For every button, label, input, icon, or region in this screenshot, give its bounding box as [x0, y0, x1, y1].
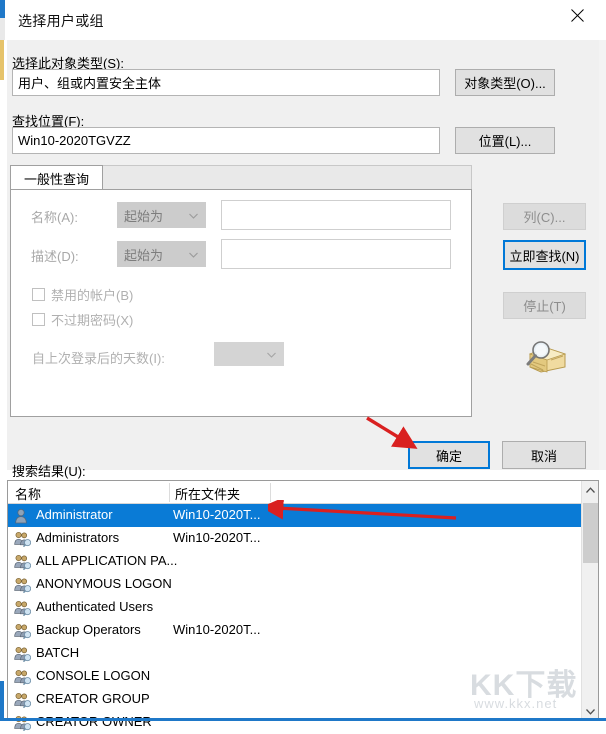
- row-name: ANONYMOUS LOGON: [36, 576, 172, 591]
- name-condition-select[interactable]: 起始为: [117, 202, 206, 228]
- group-icon: [14, 692, 32, 709]
- background-window-left-bottom-edge: [0, 681, 4, 721]
- description-condition-value: 起始为: [124, 247, 164, 263]
- columns-button[interactable]: 列(C)...: [503, 203, 586, 230]
- row-name: Administrators: [36, 530, 120, 545]
- scroll-up-icon[interactable]: [582, 481, 599, 498]
- chevron-down-icon: [189, 208, 198, 223]
- name-value-input[interactable]: [221, 200, 451, 230]
- window-title: 选择用户或组: [18, 13, 104, 29]
- group-icon: [14, 623, 32, 640]
- ok-button[interactable]: 确定: [408, 441, 490, 469]
- object-type-input[interactable]: 用户、组或内置安全主体: [12, 69, 440, 96]
- find-now-button[interactable]: 立即查找(N): [503, 240, 586, 270]
- name-label: 名称(A):: [31, 210, 78, 225]
- description-condition-select[interactable]: 起始为: [117, 241, 206, 267]
- chevron-down-icon: [267, 347, 276, 362]
- row-folder: Win10-2020T...: [173, 622, 261, 637]
- group-icon: [14, 646, 32, 663]
- table-row[interactable]: BATCH: [8, 642, 598, 665]
- table-row[interactable]: CREATOR GROUP: [8, 688, 598, 711]
- disabled-accounts-label: 禁用的帐户(B): [51, 288, 134, 303]
- group-icon: [14, 554, 32, 571]
- column-header-folder[interactable]: 所在文件夹: [175, 484, 240, 503]
- table-row[interactable]: ANONYMOUS LOGON: [8, 573, 598, 596]
- title-bar: 选择用户或组: [5, 0, 606, 40]
- location-button[interactable]: 位置(L)...: [455, 127, 555, 154]
- row-name: CONSOLE LOGON: [36, 668, 151, 683]
- chevron-down-icon: [189, 247, 198, 262]
- background-window-edge-yellow: [0, 40, 4, 80]
- row-folder: Win10-2020T...: [173, 507, 261, 522]
- cancel-button[interactable]: 取消: [502, 441, 586, 469]
- search-results-list: 名称 所在文件夹 Administrator Win10-2020T... Admi…: [7, 480, 599, 732]
- table-row[interactable]: Administrator Win10-2020T...: [8, 504, 598, 527]
- row-name: CREATOR GROUP: [36, 691, 150, 706]
- results-rows: Administrator Win10-2020T... Administrator…: [8, 504, 598, 734]
- row-name: Backup Operators: [36, 622, 141, 637]
- table-row[interactable]: Backup Operators Win10-2020T...: [8, 619, 598, 642]
- disabled-accounts-checkbox[interactable]: [32, 288, 45, 301]
- days-since-logon-select[interactable]: [214, 342, 284, 366]
- group-icon: [14, 531, 32, 548]
- results-column-header: 名称 所在文件夹: [8, 481, 598, 504]
- non-expiring-password-checkbox[interactable]: [32, 313, 45, 326]
- search-results-label: 搜索结果(U):: [12, 464, 86, 479]
- non-expiring-password-label: 不过期密码(X): [51, 313, 134, 328]
- group-icon: [14, 669, 32, 686]
- table-row[interactable]: Administrators Win10-2020T...: [8, 527, 598, 550]
- row-name: Authenticated Users: [36, 599, 154, 614]
- row-name: CREATOR OWNER: [36, 714, 152, 729]
- row-name: BATCH: [36, 645, 80, 660]
- background-window-right-strip: [598, 0, 606, 470]
- magnifier-folder-icon: [521, 336, 567, 378]
- query-tabstrip: 一般性查询: [10, 165, 472, 190]
- group-icon: [14, 600, 32, 617]
- column-divider[interactable]: [270, 483, 271, 502]
- column-divider[interactable]: [169, 483, 170, 502]
- description-label: 描述(D):: [31, 249, 79, 264]
- table-row[interactable]: CONSOLE LOGON: [8, 665, 598, 688]
- row-folder: Win10-2020T...: [173, 530, 261, 545]
- group-icon: [14, 577, 32, 594]
- column-header-name[interactable]: 名称: [15, 484, 41, 503]
- name-condition-value: 起始为: [124, 208, 164, 224]
- tab-general-query[interactable]: 一般性查询: [10, 165, 104, 190]
- row-name: ALL APPLICATION PA...: [36, 553, 178, 568]
- general-query-panel: 名称(A): 起始为 描述(D): 起始为 禁用的帐户(B) 不过期密码(X) …: [10, 189, 472, 417]
- results-scrollbar[interactable]: [581, 481, 598, 720]
- object-type-button[interactable]: 对象类型(O)...: [455, 69, 555, 96]
- stop-button[interactable]: 停止(T): [503, 292, 586, 319]
- table-row[interactable]: Authenticated Users: [8, 596, 598, 619]
- scrollbar-thumb[interactable]: [583, 503, 598, 563]
- close-icon[interactable]: [554, 0, 600, 31]
- days-since-logon-label: 自上次登录后的天数(I):: [32, 351, 165, 366]
- location-input[interactable]: Win10-2020TGVZZ: [12, 127, 440, 154]
- row-name: Administrator: [36, 507, 113, 522]
- user-icon: [14, 508, 31, 524]
- select-users-or-groups-dialog: 选择用户或组 选择此对象类型(S): 用户、组或内置安全主体 对象类型(O)..…: [0, 0, 606, 732]
- description-value-input[interactable]: [221, 239, 451, 269]
- table-row[interactable]: CREATOR OWNER: [8, 711, 598, 734]
- table-row[interactable]: ALL APPLICATION PA...: [8, 550, 598, 573]
